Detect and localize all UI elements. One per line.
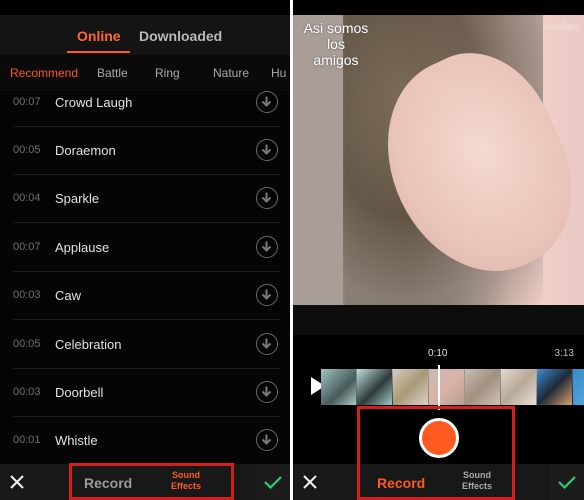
highlight-box — [69, 463, 234, 500]
screenshot-root: Online Downloaded Recommend Battle Ring … — [0, 0, 584, 500]
sound-name: Doraemon — [55, 143, 116, 158]
close-icon — [303, 475, 317, 489]
close-icon — [10, 475, 24, 489]
sound-name: Caw — [55, 288, 82, 303]
sound-effects-panel: Online Downloaded Recommend Battle Ring … — [0, 0, 290, 500]
timeline-frame — [393, 369, 429, 405]
video-preview[interactable]: Asi somos los amigos ewsflare — [293, 15, 584, 335]
current-time: 0:10 — [428, 348, 448, 359]
cancel-button[interactable] — [293, 464, 327, 500]
row-divider — [13, 222, 280, 223]
total-time: 3:13 — [554, 348, 574, 359]
category-nature[interactable]: Nature — [213, 66, 249, 80]
download-icon[interactable] — [256, 333, 278, 355]
sound-item[interactable]: 00:03 Doorbell — [0, 369, 290, 417]
sound-duration: 00:04 — [13, 192, 41, 204]
sound-item[interactable]: 00:03 Caw — [0, 272, 290, 320]
sound-item[interactable]: 00:04 Sparkle — [0, 175, 290, 223]
category-hu[interactable]: Hu — [271, 66, 286, 80]
timeline-frame — [357, 369, 393, 405]
category-battle[interactable]: Battle — [97, 66, 128, 80]
sound-name: Celebration — [55, 337, 122, 352]
timeline-frame — [537, 369, 573, 405]
sound-name: Doorbell — [55, 385, 104, 400]
sound-item[interactable]: 00:07 Applause — [0, 224, 290, 272]
playhead[interactable] — [438, 365, 440, 410]
category-recommend[interactable]: Recommend — [10, 66, 78, 80]
sound-duration: 00:05 — [13, 144, 41, 156]
download-icon[interactable] — [256, 284, 278, 306]
row-divider — [13, 319, 280, 320]
sound-duration: 00:01 — [13, 434, 41, 446]
download-icon[interactable] — [256, 236, 278, 258]
download-icon[interactable] — [256, 139, 278, 161]
sound-duration: 00:05 — [13, 338, 41, 350]
sound-item[interactable]: 00:01 Whistle — [0, 417, 290, 465]
sound-duration: 00:07 — [13, 96, 41, 108]
confirm-button[interactable] — [550, 464, 584, 500]
sound-item[interactable]: 00:07 Crowd Laugh — [0, 79, 290, 127]
download-icon[interactable] — [256, 381, 278, 403]
tab-downloaded[interactable]: Downloaded — [139, 28, 222, 44]
sound-item[interactable]: 00:05 Doraemon — [0, 127, 290, 175]
video-caption: Asi somos los amigos — [296, 20, 376, 68]
category-ring[interactable]: Ring — [155, 66, 180, 80]
cancel-button[interactable] — [0, 464, 34, 500]
sound-name: Applause — [55, 240, 110, 255]
sound-duration: 00:03 — [13, 386, 41, 398]
active-tab-indicator — [67, 51, 130, 53]
sound-name: Sparkle — [55, 191, 100, 206]
checkmark-icon — [558, 476, 576, 489]
sound-duration: 00:03 — [13, 289, 41, 301]
record-panel: Asi somos los amigos ewsflare 0:10 3:13 — [293, 0, 584, 500]
status-strip — [0, 0, 290, 15]
confirm-button[interactable] — [256, 464, 290, 500]
sound-name: Whistle — [55, 433, 98, 448]
source-tabs: Online Downloaded — [0, 15, 290, 55]
highlight-box — [357, 406, 515, 500]
timeline-frame — [501, 369, 537, 405]
sound-name: Crowd Laugh — [55, 95, 133, 110]
caption-line: amigos — [313, 52, 359, 68]
download-icon[interactable] — [256, 187, 278, 209]
video-letterbox — [293, 305, 584, 335]
timeline-filmstrip[interactable] — [321, 369, 584, 405]
timeline-frame — [429, 369, 465, 405]
caption-line: los — [327, 36, 345, 52]
caption-line: Asi somos — [303, 20, 369, 36]
sound-item[interactable]: 00:05 Celebration — [0, 321, 290, 369]
download-icon[interactable] — [256, 91, 278, 113]
sound-duration: 00:07 — [13, 241, 41, 253]
checkmark-icon — [264, 476, 282, 489]
watermark: ewsflare — [542, 22, 580, 33]
timeline-frame — [465, 369, 501, 405]
tab-online[interactable]: Online — [77, 28, 121, 44]
timeline-frame — [321, 369, 357, 405]
download-icon[interactable] — [256, 429, 278, 451]
timeline-frame — [573, 369, 584, 405]
